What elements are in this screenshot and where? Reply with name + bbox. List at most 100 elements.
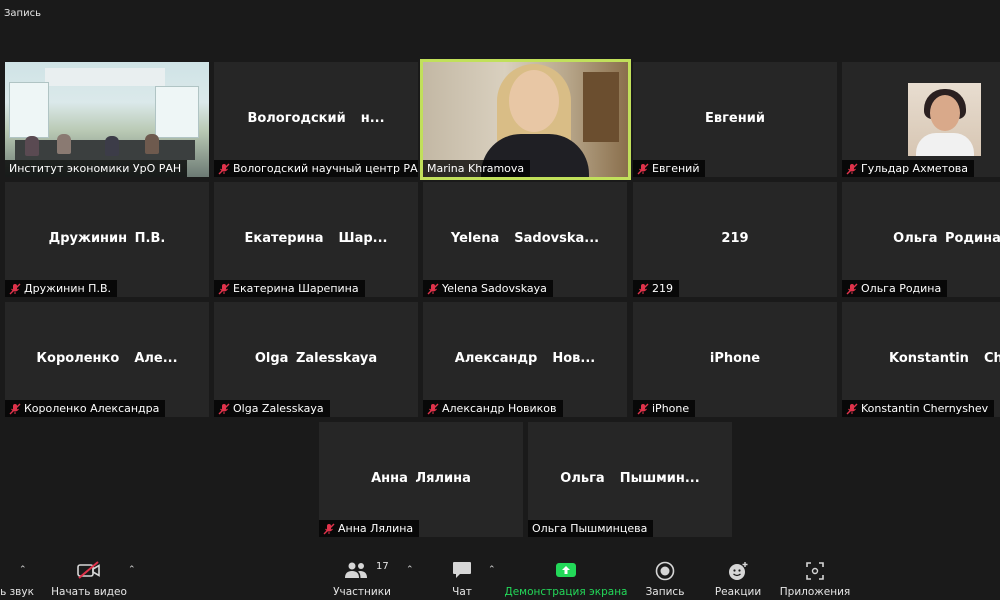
video-ceiling bbox=[45, 68, 165, 86]
participant-display-name: Ольга Пышмин... bbox=[560, 470, 700, 486]
participant-label: Olga Zalesskaya bbox=[214, 400, 330, 417]
participant-display-name: Konstantin Cher... bbox=[889, 350, 1000, 366]
video-tile[interactable]: Анна Лялина Анна Лялина bbox=[319, 422, 523, 537]
video-tile[interactable]: Вологодский н... Вологодский научный цен… bbox=[214, 62, 418, 177]
participants-options-caret[interactable]: ⌃ bbox=[406, 565, 414, 575]
record-button[interactable]: Запись bbox=[643, 553, 687, 600]
participant-label: 219 bbox=[633, 280, 679, 297]
video-options-caret[interactable]: ⌃ bbox=[128, 565, 136, 575]
participants-count: 17 bbox=[376, 561, 389, 572]
apps-icon bbox=[806, 562, 824, 580]
avatar-face bbox=[930, 95, 960, 131]
chat-label: Чат bbox=[452, 586, 472, 598]
video-tile[interactable]: iPhone iPhone bbox=[633, 302, 837, 417]
chat-button[interactable]: Чат bbox=[446, 553, 478, 600]
video-tile-institute[interactable]: Институт экономики УрО РАН bbox=[5, 62, 209, 177]
video-tile[interactable]: Konstantin Cher... Konstantin Chernyshev bbox=[842, 302, 1000, 417]
participant-label: Гульдар Ахметова bbox=[842, 160, 975, 177]
chat-options-caret[interactable]: ⌃ bbox=[488, 565, 496, 575]
reactions-button[interactable]: Реакции bbox=[714, 553, 762, 600]
participant-name-label: Вологодский научный центр РАН bbox=[233, 162, 418, 175]
mic-muted-icon bbox=[9, 283, 21, 294]
participant-label: Александр Новиков bbox=[423, 400, 563, 417]
participant-name-label: Ольга Пышминцева bbox=[532, 522, 648, 535]
participant-label: Институт экономики УрО РАН bbox=[5, 160, 188, 177]
mic-muted-icon bbox=[637, 283, 649, 294]
mic-muted-icon bbox=[218, 283, 230, 294]
reactions-icon bbox=[729, 562, 748, 580]
video-tile[interactable]: Евгений Евгений bbox=[633, 62, 837, 177]
participant-display-name: 219 bbox=[721, 230, 749, 246]
video-tile[interactable]: Дружинин П.В. Дружинин П.В. bbox=[5, 182, 209, 297]
video-tile[interactable]: Гульдар Ахметова bbox=[842, 62, 1000, 177]
apps-label: Приложения bbox=[779, 586, 851, 598]
reactions-label: Реакции bbox=[714, 586, 762, 598]
participant-label: Ольга Родина bbox=[842, 280, 948, 297]
mic-muted-icon bbox=[427, 283, 439, 294]
video-tile[interactable]: Ольга Пышмин... Ольга Пышминцева bbox=[528, 422, 732, 537]
video-tile-active-speaker[interactable]: Marina Khramova bbox=[420, 59, 631, 180]
record-label: Запись bbox=[645, 586, 685, 598]
participant-display-name: Александр Нов... bbox=[454, 350, 596, 366]
participant-name-label: Александр Новиков bbox=[442, 402, 557, 415]
participant-label: Ольга Пышминцева bbox=[528, 520, 654, 537]
audio-options-caret[interactable]: ⌃ bbox=[19, 565, 27, 575]
participant-display-name: Olga Zalesskaya bbox=[254, 350, 378, 366]
video-tile[interactable]: Olga Zalesskaya Olga Zalesskaya bbox=[214, 302, 418, 417]
participant-name-label: Konstantin Chernyshev bbox=[861, 402, 989, 415]
video-tile[interactable]: Ольга Родина Ольга Родина bbox=[842, 182, 1000, 297]
participant-display-name: Екатерина Шар... bbox=[244, 230, 388, 246]
participants-label: Участники bbox=[333, 586, 391, 598]
video-tile[interactable]: Екатерина Шар... Екатерина Шарепина bbox=[214, 182, 418, 297]
start-video-button[interactable]: Начать видео bbox=[51, 553, 127, 600]
video-tile[interactable]: Yelena Sadovska... Yelena Sadovskaya bbox=[423, 182, 627, 297]
share-screen-label: Демонстрация экрана bbox=[504, 586, 628, 598]
video-face bbox=[509, 70, 559, 132]
participant-name-label: Гульдар Ахметова bbox=[861, 162, 969, 175]
mic-muted-icon bbox=[427, 403, 439, 414]
participant-name-label: Marina Khramova bbox=[427, 162, 525, 175]
start-video-label: Начать видео bbox=[51, 586, 127, 598]
video-window bbox=[9, 82, 49, 138]
meeting-toolbar: ь звук ⌃ Начать видео ⌃ 17 Участники ⌃ Ч… bbox=[0, 553, 1000, 600]
participant-display-name: Yelena Sadovska... bbox=[450, 230, 600, 246]
participant-name-label: 219 bbox=[652, 282, 673, 295]
video-person bbox=[57, 134, 71, 154]
video-off-icon bbox=[77, 561, 100, 579]
participant-label: Вологодский научный центр РАН bbox=[214, 160, 418, 177]
participant-display-name: iPhone bbox=[709, 350, 761, 366]
participant-display-name: Анна Лялина bbox=[371, 470, 471, 486]
mic-muted-icon bbox=[9, 403, 21, 414]
participant-name-label: Ольга Родина bbox=[861, 282, 942, 295]
participant-label: Konstantin Chernyshev bbox=[842, 400, 995, 417]
participant-label: Marina Khramova bbox=[423, 160, 531, 177]
participant-label: Yelena Sadovskaya bbox=[423, 280, 553, 297]
mic-muted-icon bbox=[218, 163, 230, 174]
participant-name-label: Короленко Александра bbox=[24, 402, 160, 415]
mic-muted-icon bbox=[323, 523, 335, 534]
participants-icon bbox=[345, 562, 368, 578]
video-tile[interactable]: Александр Нов... Александр Новиков bbox=[423, 302, 627, 417]
mic-muted-icon bbox=[846, 283, 858, 294]
recording-indicator: Запись bbox=[4, 8, 41, 19]
apps-button[interactable]: Приложения bbox=[780, 553, 850, 600]
mic-muted-icon bbox=[637, 403, 649, 414]
mic-muted-icon bbox=[846, 163, 858, 174]
participant-label: Евгений bbox=[633, 160, 706, 177]
participant-label: iPhone bbox=[633, 400, 696, 417]
participant-name-label: iPhone bbox=[652, 402, 690, 415]
video-window bbox=[155, 86, 199, 138]
audio-button[interactable]: ь звук bbox=[0, 553, 34, 600]
share-screen-button[interactable]: Демонстрация экрана bbox=[505, 553, 628, 600]
chat-icon bbox=[453, 562, 471, 578]
participant-display-name: Короленко Але... bbox=[36, 350, 178, 366]
mic-muted-icon bbox=[637, 163, 649, 174]
participant-name-label: Евгений bbox=[652, 162, 700, 175]
audio-label: ь звук bbox=[0, 586, 34, 598]
participants-button[interactable]: 17 Участники bbox=[333, 553, 391, 600]
participant-label: Короленко Александра bbox=[5, 400, 166, 417]
video-tile[interactable]: 219 219 bbox=[633, 182, 837, 297]
video-shelf bbox=[583, 72, 619, 142]
video-tile[interactable]: Короленко Але... Короленко Александра bbox=[5, 302, 209, 417]
participant-label: Анна Лялина bbox=[319, 520, 420, 537]
